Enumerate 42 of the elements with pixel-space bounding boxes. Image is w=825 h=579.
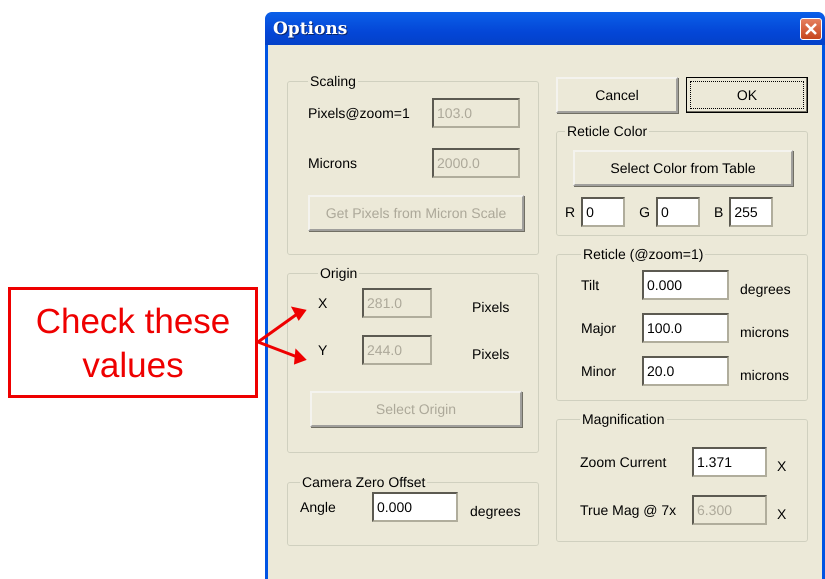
group-title: Magnification — [581, 411, 666, 427]
field-label: Pixels@zoom=1 — [308, 105, 411, 121]
field-label: Tilt — [581, 277, 600, 293]
field-label: X — [318, 295, 328, 311]
field-label: Zoom Current — [580, 454, 668, 470]
text-field[interactable]: 0 — [656, 197, 700, 227]
field-label: Minor — [581, 363, 618, 379]
unit-label: X — [777, 506, 786, 522]
unit-label: X — [777, 458, 786, 474]
text-field[interactable]: 0.000 — [372, 492, 458, 522]
dialog-button[interactable]: Cancel — [556, 77, 678, 113]
close-icon — [804, 22, 818, 36]
group-title: Reticle Color — [566, 123, 648, 139]
group-title: Camera Zero Offset — [301, 474, 426, 490]
text-field[interactable]: 1.371 — [692, 447, 767, 477]
field-label: B — [714, 204, 724, 220]
close-button[interactable] — [800, 18, 822, 40]
field-label: G — [639, 204, 650, 220]
unit-label: Pixels — [472, 299, 510, 315]
group-title: Origin — [319, 265, 358, 281]
text-field[interactable]: 0 — [581, 197, 626, 227]
field-label: Major — [581, 320, 618, 336]
unit-label: microns — [740, 324, 790, 340]
field-label: True Mag @ 7x — [580, 502, 678, 518]
text-field[interactable]: 100.0 — [642, 313, 729, 343]
group-title: Reticle (@zoom=1) — [582, 246, 704, 262]
field-label: Angle — [300, 499, 337, 515]
text-field[interactable]: 0.000 — [642, 270, 729, 300]
unit-label: degrees — [470, 503, 521, 519]
text-field[interactable]: 255 — [729, 197, 774, 227]
callout-text: Check these values — [8, 287, 258, 398]
text-field[interactable]: 20.0 — [642, 356, 729, 386]
action-button[interactable]: Select Color from Table — [573, 150, 793, 186]
window-title: Options — [273, 18, 348, 38]
group-title: Scaling — [309, 73, 357, 89]
unit-label: degrees — [740, 281, 791, 297]
unit-label: microns — [740, 367, 790, 383]
field-label: Y — [318, 342, 328, 358]
field-label: Microns — [308, 155, 358, 171]
unit-label: Pixels — [472, 346, 510, 362]
dialog-button[interactable]: OK — [686, 77, 808, 113]
field-label: R — [565, 204, 576, 220]
